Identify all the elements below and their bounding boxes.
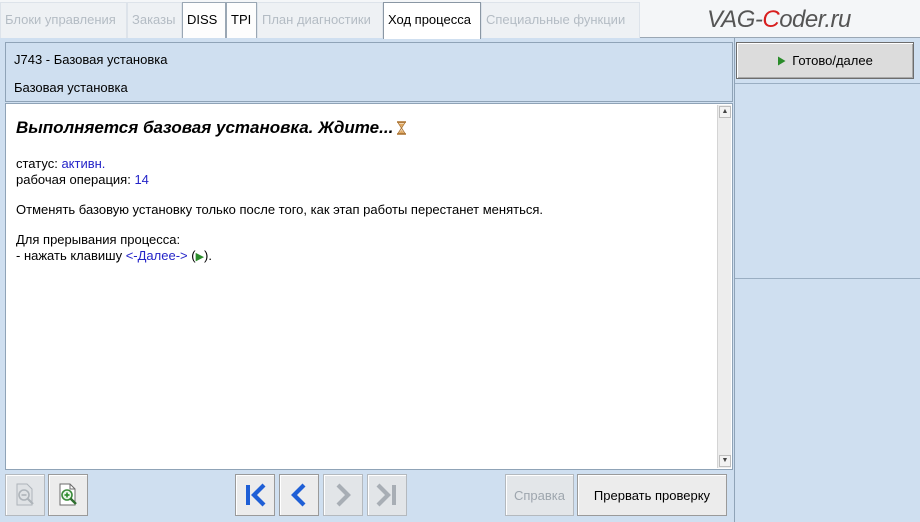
zoom-in-document-icon	[59, 483, 77, 506]
right-panel: Готово/далее	[734, 38, 920, 522]
tab-tpi[interactable]: TPI	[226, 2, 257, 38]
tab-diagnostic-plan: План диагностики	[257, 2, 383, 38]
skip-to-first-icon	[246, 483, 266, 507]
next-button[interactable]	[323, 474, 363, 516]
tab-orders: Заказы	[127, 2, 182, 38]
abort-check-button[interactable]: Прервать проверку	[577, 474, 727, 516]
content-scrollbar[interactable]: ▲ ▼	[717, 105, 731, 468]
right-panel-divider	[735, 83, 920, 84]
done-next-button[interactable]: Готово/далее	[736, 42, 914, 79]
first-button[interactable]	[235, 474, 275, 516]
note-text: Отменять базовую установку только после …	[16, 202, 544, 217]
bottom-toolbar: Справка Прервать проверку	[0, 470, 734, 522]
play-icon: ▶	[195, 251, 205, 263]
right-panel-divider	[735, 278, 920, 279]
hourglass-icon	[397, 121, 407, 135]
next-key-link[interactable]: <-Далее->	[126, 248, 188, 263]
tab-control-units: Блоки управления	[0, 2, 127, 38]
watermark-logo: VAG-Coder.ru	[707, 6, 851, 33]
content-panel: Выполняется базовая установка. Ждите... …	[5, 103, 733, 470]
headline-text: Выполняется базовая установка. Ждите...	[16, 118, 394, 137]
tab-diss[interactable]: DISS	[182, 2, 226, 38]
function-title: Базовая установка	[14, 80, 128, 95]
play-icon	[778, 56, 786, 65]
tab-bar: Блоки управления Заказы DISS TPI План ди…	[0, 0, 920, 39]
progress-headline: Выполняется базовая установка. Ждите...	[16, 118, 708, 138]
chevron-left-icon	[291, 483, 306, 507]
last-button[interactable]	[367, 474, 407, 516]
skip-to-last-icon	[376, 483, 396, 507]
scroll-down-icon[interactable]: ▼	[719, 455, 731, 467]
module-title: J743 - Базовая установка	[14, 52, 168, 67]
status-line: статус: активн.	[16, 156, 106, 171]
done-next-label: Готово/далее	[792, 53, 873, 68]
zoom-in-button[interactable]	[48, 474, 88, 516]
status-value: активн.	[61, 156, 106, 171]
scroll-up-icon[interactable]: ▲	[719, 106, 731, 118]
chevron-right-icon	[336, 483, 351, 507]
tab-process[interactable]: Ход процесса	[383, 2, 481, 39]
interrupt-instruction: - нажать клавишу <-Далее-> (▶).	[16, 248, 212, 263]
operation-line: рабочая операция: 14	[16, 172, 149, 187]
operation-value: 14	[134, 172, 149, 187]
previous-button[interactable]	[279, 474, 319, 516]
module-header: J743 - Базовая установка Базовая установ…	[5, 42, 733, 102]
interrupt-title: Для прерывания процесса:	[16, 232, 181, 247]
zoom-out-button[interactable]	[5, 474, 45, 516]
zoom-out-icon	[16, 483, 34, 506]
tab-special-functions: Специальные функции	[481, 2, 640, 38]
help-button[interactable]: Справка	[505, 474, 574, 516]
